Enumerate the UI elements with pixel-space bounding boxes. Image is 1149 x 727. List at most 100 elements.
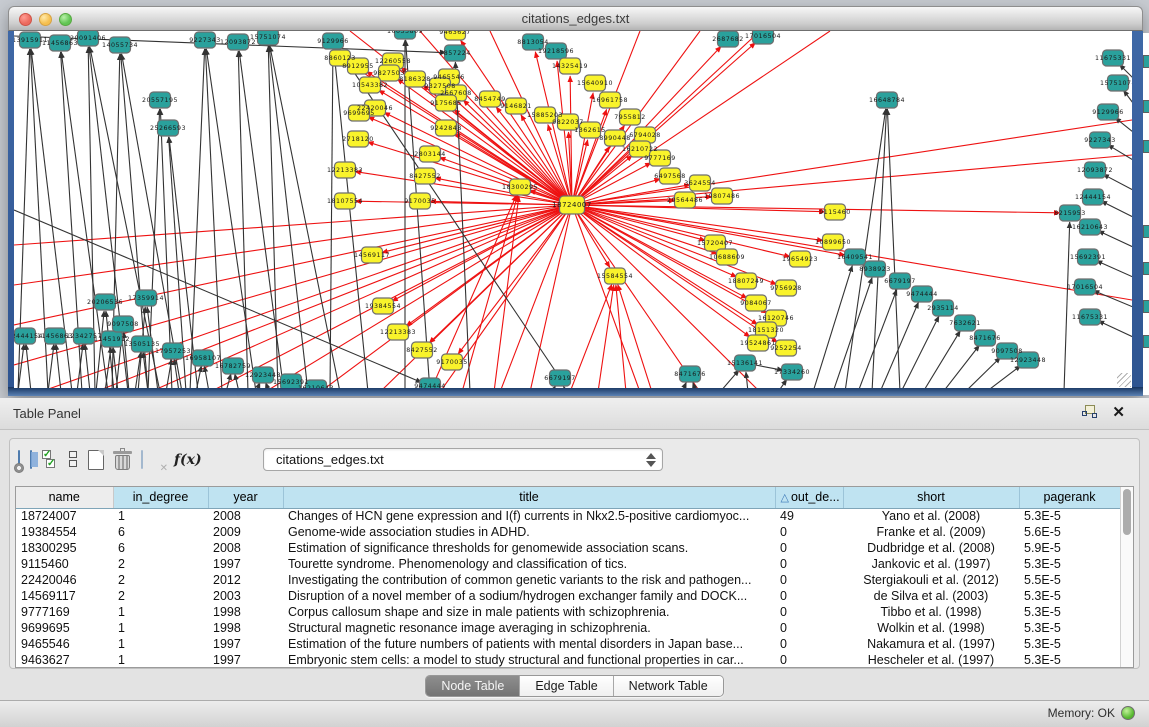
graph-node-label: 9463627: [439, 31, 471, 36]
graph-edge: [965, 357, 1001, 388]
graph-node-label: 12260558: [375, 58, 411, 65]
screen: citations_edges.txt 13915911114568632009…: [0, 0, 1149, 727]
cell-short: de Silva et al. (2003): [843, 588, 1019, 604]
cell-in_degree: 1: [113, 652, 208, 668]
cell-pagerank: 5.3E-5: [1019, 588, 1120, 604]
scrollbar-thumb[interactable]: [1123, 489, 1131, 535]
combobox-stepper-icon: [646, 452, 656, 468]
graph-node-label: 12213383: [327, 167, 363, 174]
graph-edge: [618, 285, 652, 388]
graph-edge: [204, 366, 209, 388]
column-header-year[interactable]: year: [208, 487, 283, 508]
column-label: pagerank: [1043, 490, 1095, 504]
column-header-out_degree[interactable]: △out_de...: [775, 487, 843, 508]
column-header-short[interactable]: short: [843, 487, 1019, 508]
delete-table-icon[interactable]: [114, 450, 131, 470]
graph-node-label: 15751074: [1100, 80, 1132, 87]
table-settings-icon[interactable]: [18, 451, 20, 469]
window-titlebar[interactable]: citations_edges.txt: [8, 6, 1143, 31]
network-graph[interactable]: 1391591111456863200914061405573492273431…: [14, 31, 1132, 388]
table-body: 1872400712008Changes of HCN gene express…: [16, 508, 1120, 668]
memory-indicator[interactable]: Memory: OK: [1048, 706, 1135, 720]
cell-pagerank: 5.3E-5: [1019, 652, 1120, 668]
function-builder-icon[interactable]: f(x): [174, 452, 202, 468]
graph-edge: [334, 50, 368, 388]
column-header-name[interactable]: name: [16, 487, 113, 508]
cell-out_degree: 0: [775, 572, 843, 588]
cell-name: 9777169: [16, 604, 113, 620]
cell-in_degree: 6: [113, 524, 208, 540]
table-row[interactable]: 946362711997Embryonic stem cells: a mode…: [16, 652, 1120, 668]
graph-node-label: 6679197: [884, 278, 916, 285]
cell-pagerank: 5.3E-5: [1019, 508, 1120, 524]
graph-node-label: 2667608: [440, 90, 472, 97]
table-row[interactable]: 911546021997Tourette syndrome. Phenomeno…: [16, 556, 1120, 572]
vertical-scrollbar[interactable]: [1120, 487, 1133, 667]
cell-year: 1997: [208, 556, 283, 572]
table-row[interactable]: 946554611997Estimation of the future num…: [16, 636, 1120, 652]
column-header-pagerank[interactable]: pagerank: [1019, 487, 1120, 508]
select-all-icon[interactable]: ✓✓: [42, 450, 59, 470]
column-label: title: [519, 490, 538, 504]
graph-node-label: 19654923: [782, 256, 818, 263]
table-row[interactable]: 1872400712008Changes of HCN gene express…: [16, 508, 1120, 524]
tab-node-table[interactable]: Node Table: [426, 676, 520, 696]
cell-year: 1998: [208, 604, 283, 620]
graph-edge: [1101, 201, 1132, 217]
graph-node-label: 17957253: [155, 348, 191, 355]
table-row[interactable]: 1456911722003Disruption of a novel membe…: [16, 588, 1120, 604]
graph-edge: [226, 374, 231, 388]
table-row[interactable]: 2242004622012Investigating the contribut…: [16, 572, 1120, 588]
table-row[interactable]: 969969511998Structural magnetic resonanc…: [16, 620, 1120, 636]
tab-network-table[interactable]: Network Table: [614, 676, 723, 696]
create-table-icon[interactable]: [88, 450, 104, 470]
cell-pagerank: 5.5E-5: [1019, 572, 1120, 588]
graph-node-label: 18107554: [327, 198, 363, 205]
graph-edge: [1123, 90, 1132, 103]
cell-name: 22420046: [16, 572, 113, 588]
graph-node-label: 8471676: [674, 371, 706, 378]
graph-node-label: 18807249: [728, 278, 764, 285]
table-row[interactable]: 1938455462009Genome-wide association stu…: [16, 524, 1120, 540]
network-canvas[interactable]: 1391591111456863200914061405573492273431…: [14, 31, 1132, 388]
cell-out_degree: 0: [775, 604, 843, 620]
cell-short: Hescheler et al. (1997): [843, 652, 1019, 668]
cell-title: Genome-wide association studies in ADHD.: [283, 524, 775, 540]
float-panel-icon[interactable]: [1082, 405, 1097, 419]
graph-node-label: 9146821: [500, 103, 532, 110]
column-header-title[interactable]: title: [283, 487, 775, 508]
graph-node-label: 18724007: [552, 201, 592, 209]
graph-edge: [1115, 118, 1132, 132]
cell-pagerank: 5.3E-5: [1019, 620, 1120, 636]
graph-node-label: 16033809: [387, 31, 423, 35]
graph-node-label: 16782759: [215, 363, 251, 370]
import-table-icon[interactable]: ✕: [141, 451, 164, 469]
close-panel-icon[interactable]: ✕: [1112, 403, 1125, 421]
graph-node-label: 8471676: [969, 335, 1001, 342]
graph-node-label: 20557195: [142, 97, 178, 104]
select-columns-icon[interactable]: [30, 451, 32, 469]
graph-edge: [943, 345, 979, 388]
graph-node-label: 15584554: [597, 273, 633, 280]
column-label: out_de...: [791, 490, 840, 504]
table-header-row: namein_degree year title △out_de...short pag…: [16, 487, 1120, 508]
graph-edge: [858, 289, 897, 388]
cell-pagerank: 5.3E-5: [1019, 636, 1120, 652]
graph-node-label: 9699695: [343, 110, 375, 117]
table-row[interactable]: 977716911998Corpus callosum shape and si…: [16, 604, 1120, 620]
cell-year: 1998: [208, 620, 283, 636]
table-toolbar: ✓✓ ✕ f(x): [18, 445, 202, 475]
resize-grip-icon[interactable]: [1117, 373, 1131, 387]
column-label: year: [233, 490, 257, 504]
cell-title: Embryonic stem cells: a model to study s…: [283, 652, 775, 668]
cell-year: 2009: [208, 524, 283, 540]
graph-edge: [77, 344, 83, 388]
table-selector-combobox[interactable]: citations_edges.txt: [263, 448, 663, 471]
column-header-in_degree[interactable]: in_degree: [113, 487, 208, 508]
tab-edge-table[interactable]: Edge Table: [520, 676, 613, 696]
graph-node-label: 9129966: [1092, 109, 1124, 116]
cell-out_degree: 0: [775, 636, 843, 652]
row-height-icon[interactable]: [69, 451, 78, 469]
cell-in_degree: 1: [113, 636, 208, 652]
table-row[interactable]: 1830029562008Estimation of significance …: [16, 540, 1120, 556]
